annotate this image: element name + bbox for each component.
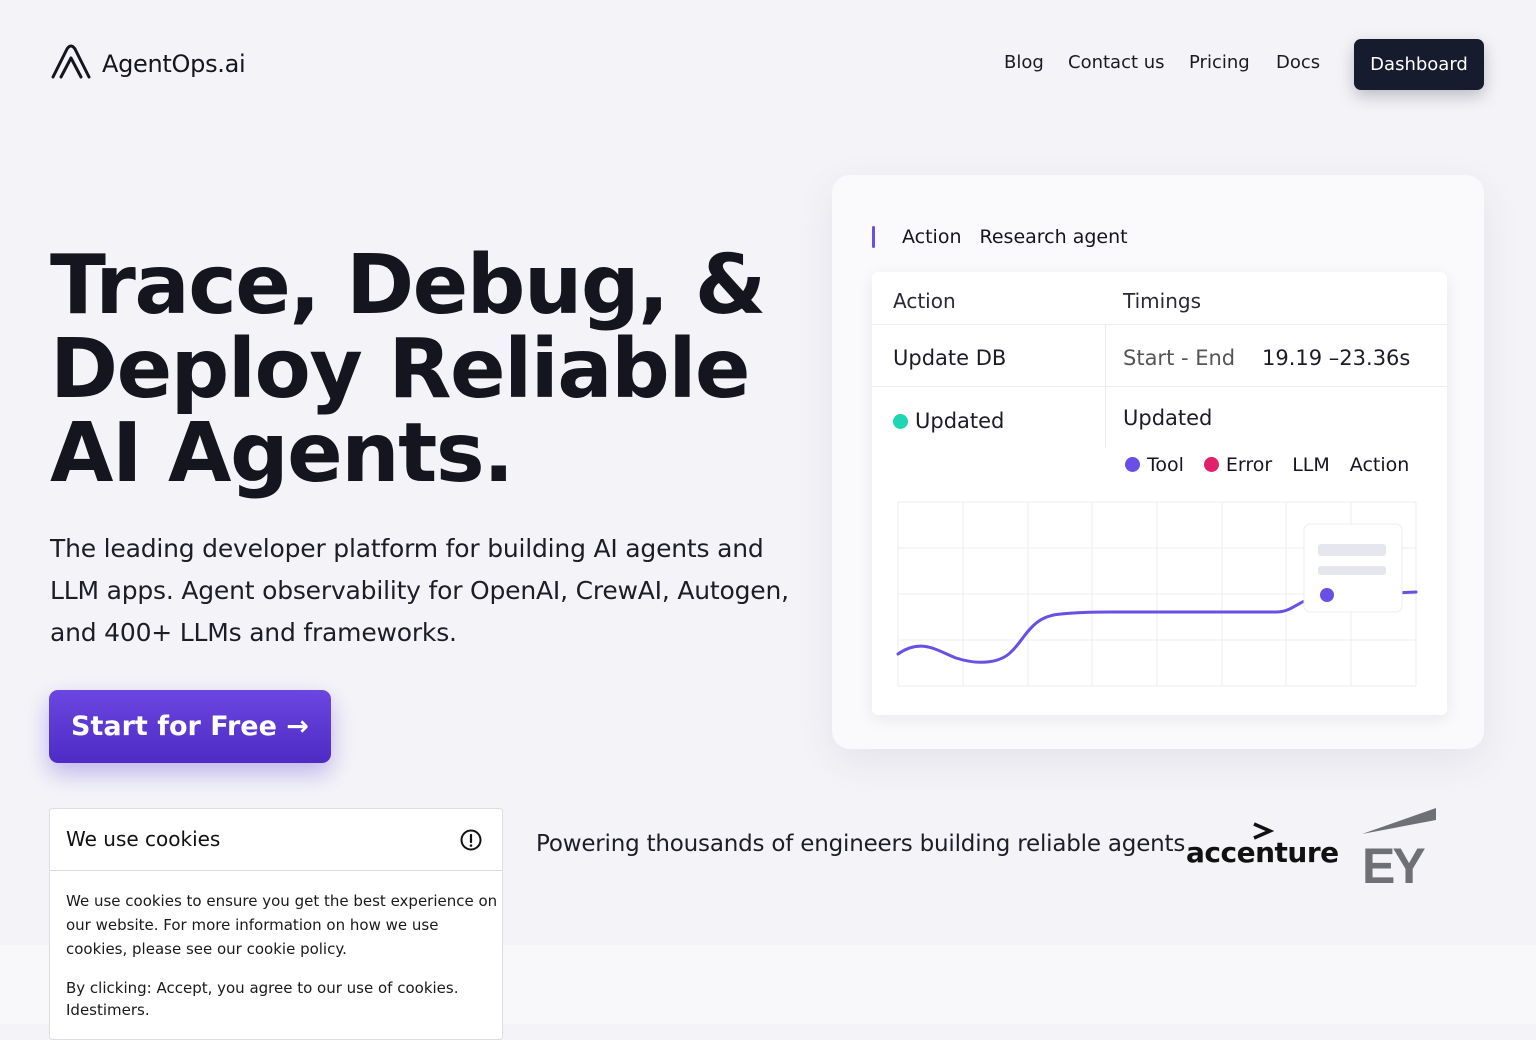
legend-item-error: Error (1203, 454, 1273, 476)
accenture-wordmark: accenture (1186, 836, 1339, 869)
divider (872, 386, 1447, 387)
hero-title-line-2: Deploy Reliable (50, 322, 751, 417)
brand-name: AgentOps.ai (102, 50, 246, 78)
trace-chart (896, 500, 1420, 694)
timing-label: Start - End (1123, 346, 1236, 370)
ey-wordmark: EY (1362, 838, 1425, 888)
cookie-banner: We use cookies We use cookies to ensure … (49, 808, 503, 1040)
dashboard-button[interactable]: Dashboard (1354, 39, 1484, 90)
column-header-action: Action (893, 289, 956, 313)
hero-subtitle: The leading developer platform for build… (50, 534, 789, 647)
legend-item-action: Action (1349, 454, 1410, 476)
trace-header-label: Action (902, 226, 962, 248)
status-updated-left: Updated (893, 409, 1004, 433)
nav-link-pricing[interactable]: Pricing (1189, 52, 1250, 73)
chart-legend: Tool Error LLM Action (1125, 454, 1409, 476)
tool-dot-icon (1125, 457, 1140, 472)
divider (872, 324, 1447, 325)
cookie-consent-text: By clicking: Accept, you agree to our us… (66, 979, 459, 1019)
chart-tooltip (1303, 523, 1403, 613)
trace-header-agent: Research agent (979, 226, 1128, 248)
info-icon[interactable] (460, 829, 482, 855)
legend-item-llm: LLM (1292, 454, 1330, 476)
hero-title-line-1: Trace, Debug, & (50, 238, 766, 333)
action-name: Update DB (893, 346, 1007, 370)
hero-title: Trace, Debug, & Deploy Reliable AI Agent… (50, 244, 810, 496)
brand-logo[interactable]: AgentOps.ai (50, 44, 246, 84)
cookie-title: We use cookies (66, 827, 221, 851)
divider (1105, 324, 1106, 448)
start-for-free-button[interactable]: Start for Free → (49, 690, 331, 763)
agentops-logo-icon (50, 44, 92, 84)
status-dot-icon (893, 414, 908, 429)
nav-link-blog[interactable]: Blog (1004, 52, 1044, 73)
social-proof-text: Powering thousands of engineers building… (536, 831, 1186, 857)
accenture-logo: accenture (1186, 822, 1339, 869)
legend-label: Tool (1147, 454, 1184, 476)
legend-label: Error (1225, 454, 1273, 476)
legend-item-tool: Tool (1125, 454, 1184, 476)
hero-title-line-3: AI Agents. (50, 406, 514, 501)
status-updated-label: Updated (915, 409, 1005, 433)
nav-link-contact[interactable]: Contact us (1068, 52, 1165, 73)
timing-value: 19.19 –23.36s (1262, 346, 1411, 370)
nav-link-docs[interactable]: Docs (1276, 52, 1320, 73)
trace-card-header: Action Research agent (872, 224, 1128, 250)
cookie-divider (50, 870, 502, 871)
accenture-chevron-icon (1253, 822, 1274, 840)
cookie-body: We use cookies to ensure you get the bes… (66, 892, 498, 958)
status-updated-right: Updated (1123, 406, 1213, 430)
accent-bar (872, 226, 875, 248)
ey-logo: EY (1360, 808, 1440, 894)
error-dot-icon (1203, 457, 1219, 472)
column-header-timings: Timings (1123, 289, 1201, 313)
